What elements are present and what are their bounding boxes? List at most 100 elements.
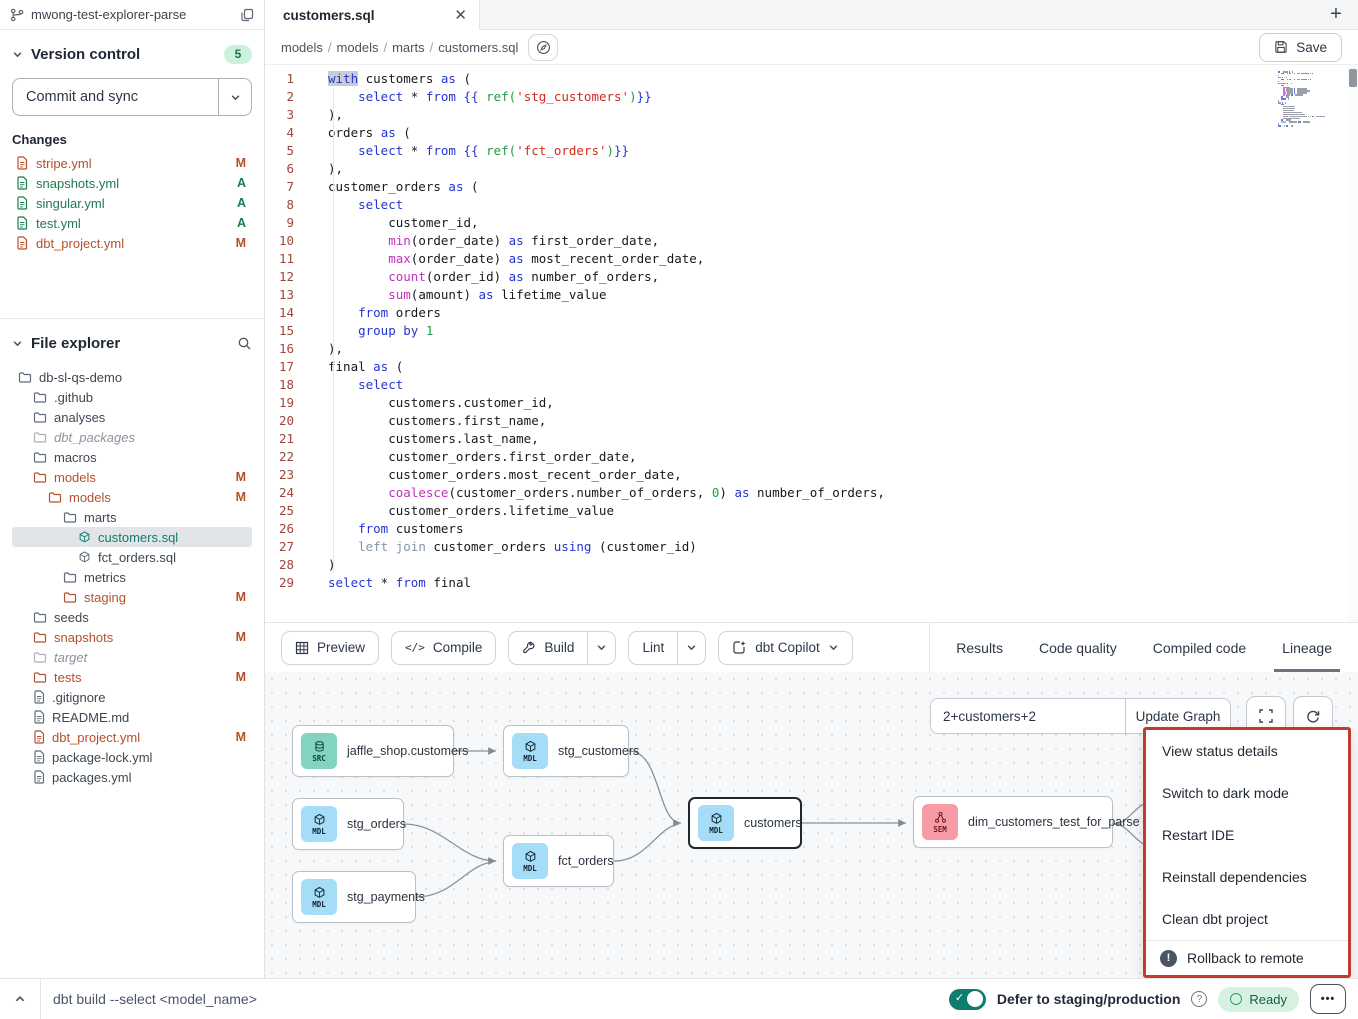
breadcrumb-segment[interactable]: models: [337, 40, 379, 55]
rollback-to-remote-item[interactable]: ! Rollback to remote: [1146, 940, 1348, 975]
code-line[interactable]: 16),: [265, 340, 1358, 358]
breadcrumb-segment[interactable]: customers.sql: [438, 40, 518, 55]
commit-options-caret[interactable]: [218, 79, 251, 115]
more-options-button[interactable]: •••: [1310, 984, 1346, 1014]
tree-item-analyses[interactable]: analyses: [12, 407, 252, 427]
chevron-down-icon[interactable]: [12, 338, 23, 349]
lineage-node-jaffle-shop-customers[interactable]: SRCjaffle_shop.customers: [292, 725, 454, 777]
code-line[interactable]: 2 select * from {{ ref('stg_customers')}…: [265, 88, 1358, 106]
breadcrumb-segment[interactable]: marts: [392, 40, 425, 55]
editor-scrollbar-thumb[interactable]: [1349, 69, 1357, 87]
tree-item-dbt-packages[interactable]: dbt_packages: [12, 427, 252, 447]
commit-button-label[interactable]: Commit and sync: [13, 79, 218, 115]
code-line[interactable]: 21 customers.last_name,: [265, 430, 1358, 448]
compile-button[interactable]: </> Compile: [391, 631, 496, 665]
save-button[interactable]: Save: [1259, 33, 1342, 62]
code-line[interactable]: 14 from orders: [265, 304, 1358, 322]
tree-item-package-lock-yml[interactable]: package-lock.yml: [12, 747, 252, 767]
menu-item-view-status-details[interactable]: View status details: [1146, 730, 1348, 772]
tab-compiled-code[interactable]: Compiled code: [1153, 623, 1246, 672]
tab-code-quality[interactable]: Code quality: [1039, 623, 1117, 672]
change-file-row[interactable]: snapshots.ymlA: [12, 173, 252, 193]
code-line[interactable]: 29select * from final: [265, 574, 1358, 592]
editor-minimap[interactable]: [1278, 71, 1342, 127]
code-line[interactable]: 9 customer_id,: [265, 214, 1358, 232]
dbt-copilot-button[interactable]: dbt Copilot: [718, 631, 853, 665]
code-line[interactable]: 13 sum(amount) as lifetime_value: [265, 286, 1358, 304]
lineage-selector-input[interactable]: 2+customers+2: [930, 698, 1126, 734]
tree-item-target[interactable]: target: [12, 647, 252, 667]
code-line[interactable]: 23 customer_orders.most_recent_order_dat…: [265, 466, 1358, 484]
lineage-node-stg-payments[interactable]: MDLstg_payments: [292, 871, 416, 923]
code-line[interactable]: 22 customer_orders.first_order_date,: [265, 448, 1358, 466]
code-line[interactable]: 24 coalesce(customer_orders.number_of_or…: [265, 484, 1358, 502]
tree-item-snapshots[interactable]: snapshotsM: [12, 627, 252, 647]
tree-item-macros[interactable]: macros: [12, 447, 252, 467]
code-line[interactable]: 25 customer_orders.lifetime_value: [265, 502, 1358, 520]
change-file-row[interactable]: test.ymlA: [12, 213, 252, 233]
tree-item-fct-orders-sql[interactable]: fct_orders.sql: [12, 547, 252, 567]
code-editor[interactable]: 1with customers as (2 select * from {{ r…: [265, 64, 1358, 622]
code-line[interactable]: 11 max(order_date) as most_recent_order_…: [265, 250, 1358, 268]
explore-compass-icon[interactable]: [528, 34, 558, 61]
tree-item-dbt-project-yml[interactable]: dbt_project.ymlM: [12, 727, 252, 747]
tree-item-seeds[interactable]: seeds: [12, 607, 252, 627]
code-line[interactable]: 7customer_orders as (: [265, 178, 1358, 196]
tree-item--gitignore[interactable]: .gitignore: [12, 687, 252, 707]
code-line[interactable]: 18 select: [265, 376, 1358, 394]
code-line[interactable]: 1with customers as (: [265, 70, 1358, 88]
code-line[interactable]: 17final as (: [265, 358, 1358, 376]
search-icon[interactable]: [237, 336, 252, 351]
breadcrumb-segment[interactable]: models: [281, 40, 323, 55]
tree-item-marts[interactable]: marts: [12, 507, 252, 527]
build-options-caret[interactable]: [587, 632, 615, 664]
build-button[interactable]: Build: [509, 632, 587, 664]
code-line[interactable]: 27 left join customer_orders using (cust…: [265, 538, 1358, 556]
code-line[interactable]: 8 select: [265, 196, 1358, 214]
tree-item-staging[interactable]: stagingM: [12, 587, 252, 607]
code-line[interactable]: 26 from customers: [265, 520, 1358, 538]
menu-item-reinstall-dependencies[interactable]: Reinstall dependencies: [1146, 856, 1348, 898]
defer-toggle[interactable]: ✓: [949, 989, 986, 1010]
code-line[interactable]: 28): [265, 556, 1358, 574]
collapse-panel-chevron-icon[interactable]: [0, 979, 41, 1019]
lint-options-caret[interactable]: [677, 632, 705, 664]
change-file-row[interactable]: singular.ymlA: [12, 193, 252, 213]
copy-icon[interactable]: [240, 8, 254, 22]
tree-item-models[interactable]: modelsM: [12, 467, 252, 487]
code-line[interactable]: 6),: [265, 160, 1358, 178]
lint-button[interactable]: Lint: [629, 632, 677, 664]
tree-item-customers-sql[interactable]: customers.sql: [12, 527, 252, 547]
code-line[interactable]: 15 group by 1: [265, 322, 1358, 340]
change-file-row[interactable]: dbt_project.ymlM: [12, 233, 252, 253]
lineage-node-stg-customers[interactable]: MDLstg_customers: [503, 725, 629, 777]
preview-button[interactable]: Preview: [281, 631, 379, 665]
change-file-row[interactable]: stripe.ymlM: [12, 153, 252, 173]
menu-item-clean-dbt-project[interactable]: Clean dbt project: [1146, 898, 1348, 940]
tree-item-metrics[interactable]: metrics: [12, 567, 252, 587]
code-line[interactable]: 5 select * from {{ ref('fct_orders')}}: [265, 142, 1358, 160]
lineage-panel[interactable]: SRCjaffle_shop.customers MDLstg_customers…: [265, 672, 1358, 978]
lineage-node-fct-orders[interactable]: MDLfct_orders: [503, 835, 614, 887]
tree-item-readme-md[interactable]: README.md: [12, 707, 252, 727]
tree-item-db-sl-qs-demo[interactable]: db-sl-qs-demo: [12, 367, 252, 387]
code-line[interactable]: 19 customers.customer_id,: [265, 394, 1358, 412]
code-line[interactable]: 4orders as (: [265, 124, 1358, 142]
help-icon[interactable]: ?: [1191, 991, 1207, 1007]
menu-item-restart-ide[interactable]: Restart IDE: [1146, 814, 1348, 856]
menu-item-switch-to-dark-mode[interactable]: Switch to dark mode: [1146, 772, 1348, 814]
tree-item--github[interactable]: .github: [12, 387, 252, 407]
code-line[interactable]: 12 count(order_id) as number_of_orders,: [265, 268, 1358, 286]
lineage-node-dim-customers-test-for-parse[interactable]: SEMdim_customers_test_for_parse: [913, 796, 1113, 848]
new-tab-button[interactable]: +: [1314, 0, 1358, 29]
code-line[interactable]: 20 customers.first_name,: [265, 412, 1358, 430]
tree-item-models[interactable]: modelsM: [12, 487, 252, 507]
tab-customers-sql[interactable]: customers.sql ✕: [265, 0, 480, 30]
tree-item-packages-yml[interactable]: packages.yml: [12, 767, 252, 787]
commit-and-sync-button[interactable]: Commit and sync: [12, 78, 252, 116]
lineage-node-customers[interactable]: MDLcustomers: [688, 797, 802, 849]
tab-lineage[interactable]: Lineage: [1282, 623, 1332, 672]
chevron-down-icon[interactable]: [12, 49, 23, 60]
editor-scrollbar[interactable]: [1348, 65, 1358, 622]
close-icon[interactable]: ✕: [454, 8, 467, 23]
